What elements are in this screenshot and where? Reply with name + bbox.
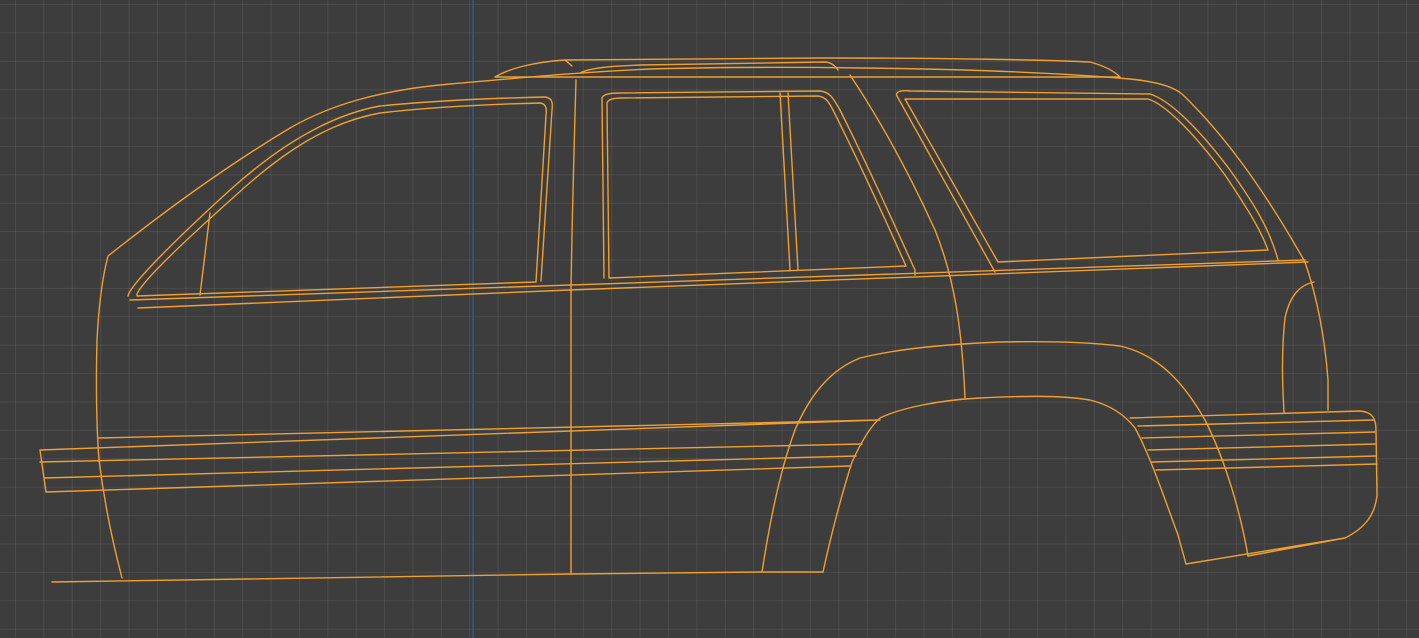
body-outline[interactable] (95, 66, 1329, 579)
rear-door-window-glass[interactable] (606, 95, 907, 279)
rear-quarter-window-glass[interactable] (904, 98, 1269, 263)
belt-line (129, 259, 1306, 301)
taillight (1281, 281, 1315, 413)
suv-wireframe[interactable] (39, 57, 1378, 583)
rocker-bottom-line (51, 571, 824, 583)
rear-door-divider (779, 92, 799, 271)
side-molding-front[interactable] (39, 419, 881, 493)
front-door-seam (570, 79, 577, 575)
belt-line-lower (137, 261, 1309, 309)
side-molding-rear[interactable] (1137, 419, 1378, 471)
rear-quarter-window-frame[interactable] (895, 90, 1279, 273)
rear-bumper[interactable] (1129, 410, 1378, 565)
rear-door-window-frame[interactable] (601, 90, 916, 279)
front-quarter-glass-divider (199, 212, 211, 296)
front-window-glass[interactable] (136, 102, 548, 297)
front-window-frame[interactable] (127, 96, 554, 297)
rear-wheel-arch-inner[interactable] (822, 395, 1187, 573)
3d-viewport[interactable] (0, 0, 1419, 638)
viewport-canvas[interactable] (0, 0, 1419, 638)
